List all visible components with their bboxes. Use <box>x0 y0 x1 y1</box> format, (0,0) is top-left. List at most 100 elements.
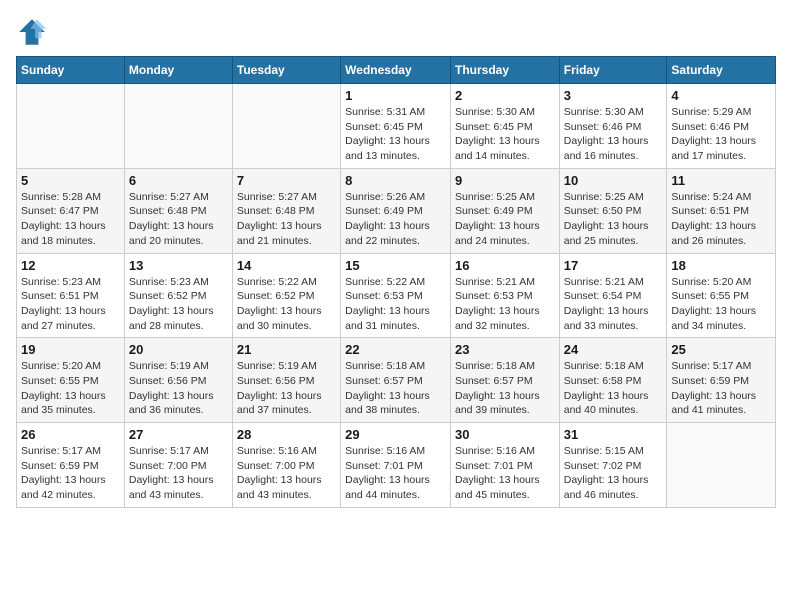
calendar-week-row: 1 Sunrise: 5:31 AM Sunset: 6:45 PM Daylig… <box>17 84 776 169</box>
day-info: Sunrise: 5:16 AM Sunset: 7:01 PM Dayligh… <box>345 444 446 503</box>
day-info: Sunrise: 5:19 AM Sunset: 6:56 PM Dayligh… <box>237 359 336 418</box>
logo <box>16 16 52 48</box>
day-of-week-header: Tuesday <box>232 57 340 84</box>
day-number: 27 <box>129 427 228 442</box>
day-info: Sunrise: 5:17 AM Sunset: 7:00 PM Dayligh… <box>129 444 228 503</box>
calendar-day-cell: 12 Sunrise: 5:23 AM Sunset: 6:51 PM Dayli… <box>17 253 125 338</box>
calendar-day-cell: 23 Sunrise: 5:18 AM Sunset: 6:57 PM Dayli… <box>450 338 559 423</box>
day-number: 18 <box>671 258 771 273</box>
day-info: Sunrise: 5:23 AM Sunset: 6:51 PM Dayligh… <box>21 275 120 334</box>
day-info: Sunrise: 5:25 AM Sunset: 6:50 PM Dayligh… <box>564 190 663 249</box>
day-info: Sunrise: 5:30 AM Sunset: 6:45 PM Dayligh… <box>455 105 555 164</box>
page-header <box>16 16 776 48</box>
calendar-header-row: SundayMondayTuesdayWednesdayThursdayFrid… <box>17 57 776 84</box>
day-info: Sunrise: 5:16 AM Sunset: 7:00 PM Dayligh… <box>237 444 336 503</box>
calendar-day-cell: 31 Sunrise: 5:15 AM Sunset: 7:02 PM Dayli… <box>559 423 667 508</box>
day-number: 12 <box>21 258 120 273</box>
calendar-day-cell: 24Sunrise: 5:18 AM Sunset: 6:58 PM Dayli… <box>559 338 667 423</box>
calendar-day-cell: 16Sunrise: 5:21 AM Sunset: 6:53 PM Dayli… <box>450 253 559 338</box>
logo-icon <box>16 16 48 48</box>
calendar-day-cell: 17 Sunrise: 5:21 AM Sunset: 6:54 PM Dayli… <box>559 253 667 338</box>
day-number: 24 <box>564 342 663 357</box>
day-number: 26 <box>21 427 120 442</box>
calendar-day-cell: 8 Sunrise: 5:26 AM Sunset: 6:49 PM Daylig… <box>341 168 451 253</box>
day-number: 21 <box>237 342 336 357</box>
day-info: Sunrise: 5:17 AM Sunset: 6:59 PM Dayligh… <box>671 359 771 418</box>
day-info: Sunrise: 5:20 AM Sunset: 6:55 PM Dayligh… <box>671 275 771 334</box>
day-number: 6 <box>129 173 228 188</box>
calendar-day-cell: 9Sunrise: 5:25 AM Sunset: 6:49 PM Daylig… <box>450 168 559 253</box>
calendar-day-cell: 13Sunrise: 5:23 AM Sunset: 6:52 PM Dayli… <box>124 253 232 338</box>
day-info: Sunrise: 5:22 AM Sunset: 6:52 PM Dayligh… <box>237 275 336 334</box>
day-info: Sunrise: 5:21 AM Sunset: 6:54 PM Dayligh… <box>564 275 663 334</box>
calendar-day-cell: 30 Sunrise: 5:16 AM Sunset: 7:01 PM Dayli… <box>450 423 559 508</box>
calendar-day-cell: 21 Sunrise: 5:19 AM Sunset: 6:56 PM Dayli… <box>232 338 340 423</box>
day-of-week-header: Thursday <box>450 57 559 84</box>
day-info: Sunrise: 5:28 AM Sunset: 6:47 PM Dayligh… <box>21 190 120 249</box>
day-number: 25 <box>671 342 771 357</box>
day-number: 20 <box>129 342 228 357</box>
calendar-day-cell: 26 Sunrise: 5:17 AM Sunset: 6:59 PM Dayli… <box>17 423 125 508</box>
calendar-week-row: 19 Sunrise: 5:20 AM Sunset: 6:55 PM Dayli… <box>17 338 776 423</box>
day-info: Sunrise: 5:24 AM Sunset: 6:51 PM Dayligh… <box>671 190 771 249</box>
calendar-week-row: 5 Sunrise: 5:28 AM Sunset: 6:47 PM Daylig… <box>17 168 776 253</box>
day-number: 29 <box>345 427 446 442</box>
calendar-day-cell: 27 Sunrise: 5:17 AM Sunset: 7:00 PM Dayli… <box>124 423 232 508</box>
day-number: 15 <box>345 258 446 273</box>
calendar-day-cell: 3Sunrise: 5:30 AM Sunset: 6:46 PM Daylig… <box>559 84 667 169</box>
day-number: 2 <box>455 88 555 103</box>
day-number: 19 <box>21 342 120 357</box>
day-info: Sunrise: 5:16 AM Sunset: 7:01 PM Dayligh… <box>455 444 555 503</box>
calendar-day-cell <box>667 423 776 508</box>
day-info: Sunrise: 5:21 AM Sunset: 6:53 PM Dayligh… <box>455 275 555 334</box>
day-info: Sunrise: 5:22 AM Sunset: 6:53 PM Dayligh… <box>345 275 446 334</box>
day-number: 28 <box>237 427 336 442</box>
calendar-day-cell: 19 Sunrise: 5:20 AM Sunset: 6:55 PM Dayli… <box>17 338 125 423</box>
calendar-week-row: 26 Sunrise: 5:17 AM Sunset: 6:59 PM Dayli… <box>17 423 776 508</box>
day-info: Sunrise: 5:26 AM Sunset: 6:49 PM Dayligh… <box>345 190 446 249</box>
day-info: Sunrise: 5:20 AM Sunset: 6:55 PM Dayligh… <box>21 359 120 418</box>
day-number: 4 <box>671 88 771 103</box>
day-info: Sunrise: 5:18 AM Sunset: 6:57 PM Dayligh… <box>345 359 446 418</box>
calendar-day-cell: 6 Sunrise: 5:27 AM Sunset: 6:48 PM Daylig… <box>124 168 232 253</box>
calendar-day-cell <box>17 84 125 169</box>
day-number: 8 <box>345 173 446 188</box>
calendar-day-cell: 25 Sunrise: 5:17 AM Sunset: 6:59 PM Dayli… <box>667 338 776 423</box>
day-of-week-header: Monday <box>124 57 232 84</box>
calendar-day-cell: 7 Sunrise: 5:27 AM Sunset: 6:48 PM Daylig… <box>232 168 340 253</box>
day-info: Sunrise: 5:17 AM Sunset: 6:59 PM Dayligh… <box>21 444 120 503</box>
calendar-day-cell: 20Sunrise: 5:19 AM Sunset: 6:56 PM Dayli… <box>124 338 232 423</box>
day-number: 22 <box>345 342 446 357</box>
calendar-day-cell: 4 Sunrise: 5:29 AM Sunset: 6:46 PM Daylig… <box>667 84 776 169</box>
day-info: Sunrise: 5:27 AM Sunset: 6:48 PM Dayligh… <box>237 190 336 249</box>
day-of-week-header: Saturday <box>667 57 776 84</box>
day-number: 30 <box>455 427 555 442</box>
day-number: 17 <box>564 258 663 273</box>
day-info: Sunrise: 5:29 AM Sunset: 6:46 PM Dayligh… <box>671 105 771 164</box>
day-info: Sunrise: 5:25 AM Sunset: 6:49 PM Dayligh… <box>455 190 555 249</box>
day-of-week-header: Friday <box>559 57 667 84</box>
day-number: 7 <box>237 173 336 188</box>
day-of-week-header: Sunday <box>17 57 125 84</box>
day-number: 1 <box>345 88 446 103</box>
day-of-week-header: Wednesday <box>341 57 451 84</box>
calendar-day-cell: 14Sunrise: 5:22 AM Sunset: 6:52 PM Dayli… <box>232 253 340 338</box>
day-number: 5 <box>21 173 120 188</box>
day-info: Sunrise: 5:15 AM Sunset: 7:02 PM Dayligh… <box>564 444 663 503</box>
day-number: 23 <box>455 342 555 357</box>
day-info: Sunrise: 5:27 AM Sunset: 6:48 PM Dayligh… <box>129 190 228 249</box>
day-number: 31 <box>564 427 663 442</box>
calendar-day-cell: 28 Sunrise: 5:16 AM Sunset: 7:00 PM Dayli… <box>232 423 340 508</box>
day-number: 13 <box>129 258 228 273</box>
day-info: Sunrise: 5:18 AM Sunset: 6:57 PM Dayligh… <box>455 359 555 418</box>
calendar-day-cell <box>232 84 340 169</box>
calendar-day-cell: 2 Sunrise: 5:30 AM Sunset: 6:45 PM Daylig… <box>450 84 559 169</box>
day-number: 3 <box>564 88 663 103</box>
calendar-day-cell: 15 Sunrise: 5:22 AM Sunset: 6:53 PM Dayli… <box>341 253 451 338</box>
calendar-day-cell: 5 Sunrise: 5:28 AM Sunset: 6:47 PM Daylig… <box>17 168 125 253</box>
calendar-day-cell: 10 Sunrise: 5:25 AM Sunset: 6:50 PM Dayli… <box>559 168 667 253</box>
calendar-day-cell <box>124 84 232 169</box>
day-info: Sunrise: 5:31 AM Sunset: 6:45 PM Dayligh… <box>345 105 446 164</box>
calendar-day-cell: 1 Sunrise: 5:31 AM Sunset: 6:45 PM Daylig… <box>341 84 451 169</box>
day-number: 10 <box>564 173 663 188</box>
